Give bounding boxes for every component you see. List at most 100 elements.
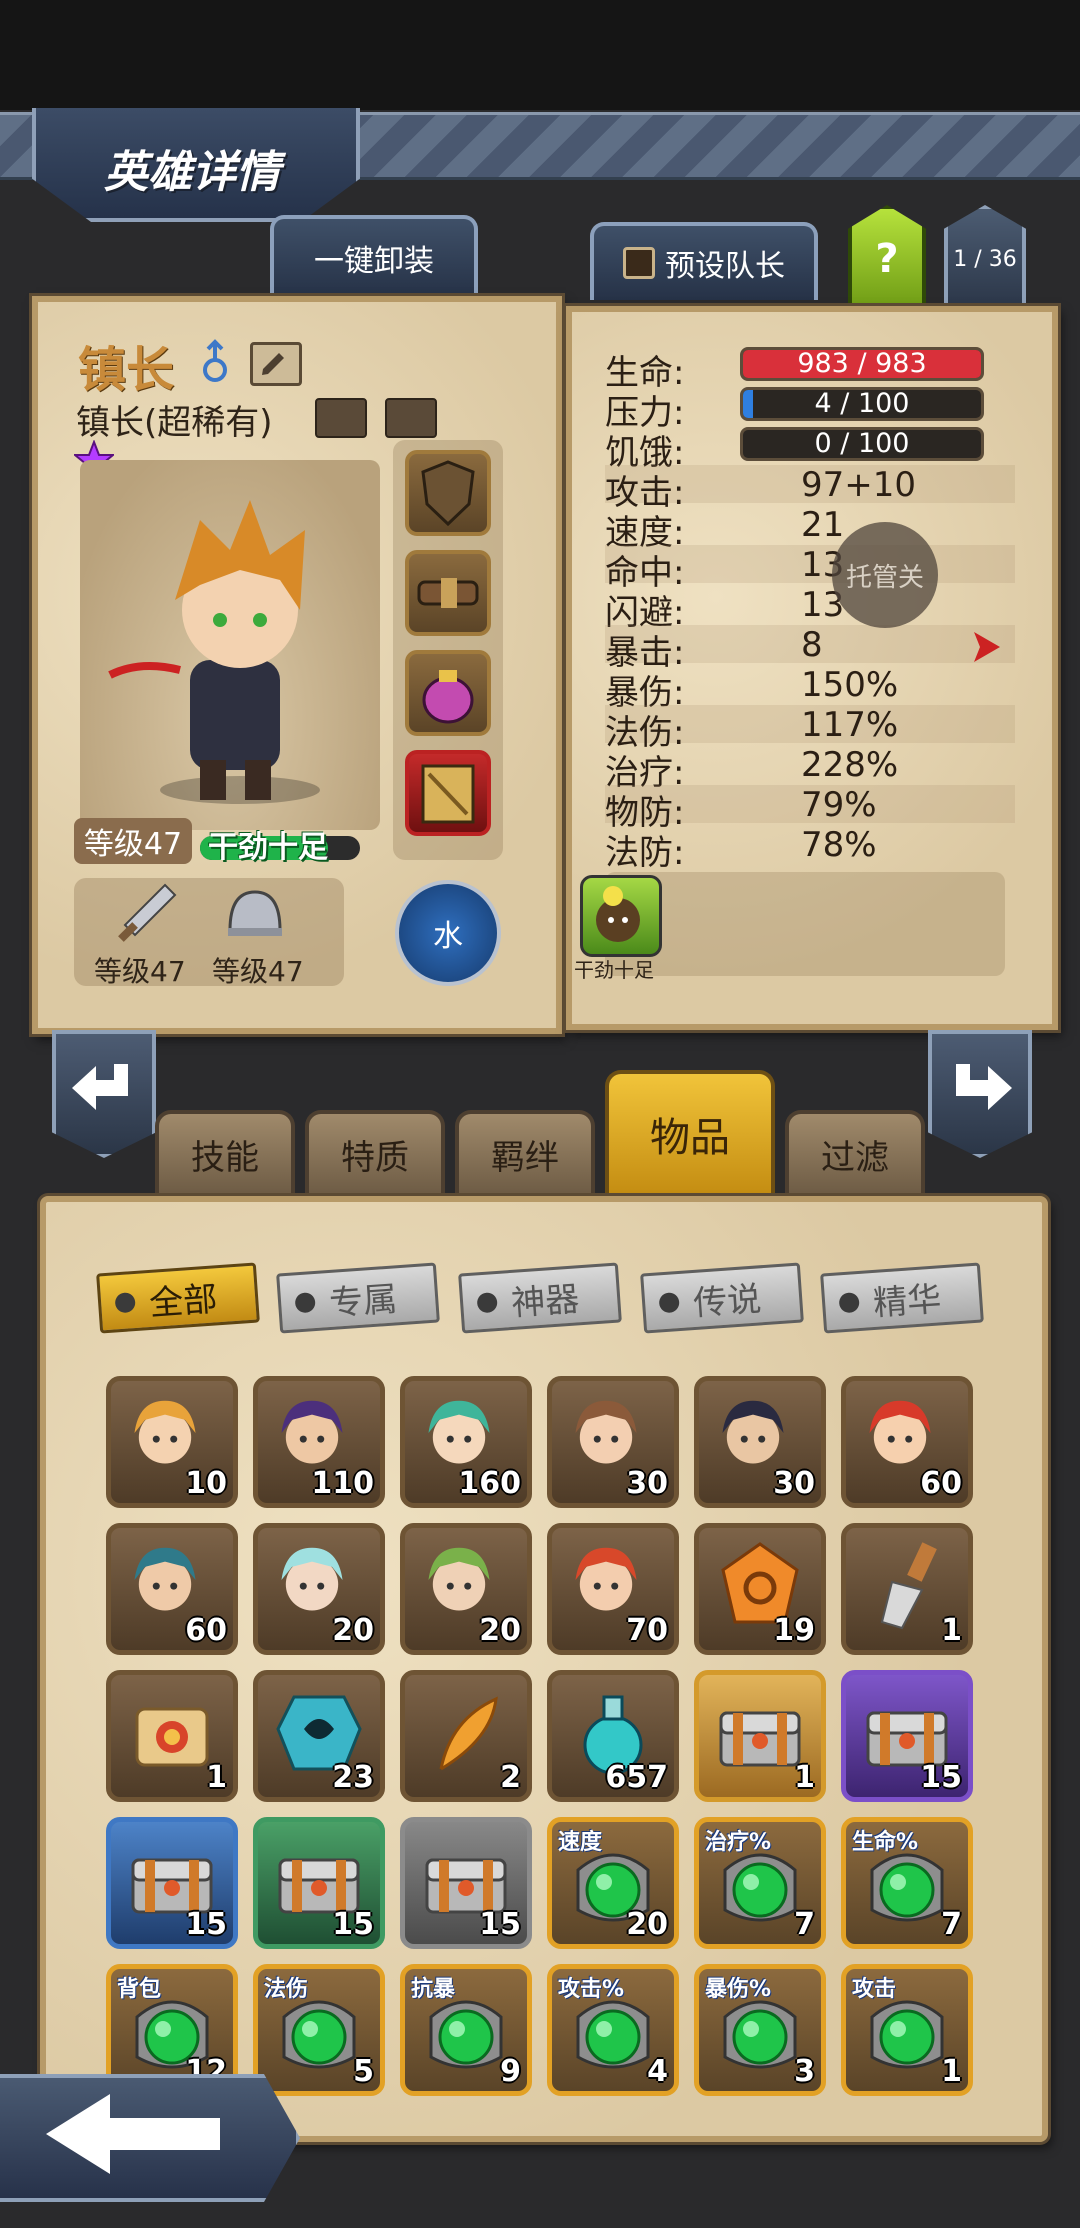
inventory-item[interactable]: 攻击 1 <box>841 1964 973 2096</box>
inventory-item[interactable]: 10 <box>106 1376 238 1508</box>
item-count: 15 <box>185 1907 227 1942</box>
belt-slot[interactable] <box>405 550 491 636</box>
stress-value: 4 / 100 <box>814 388 910 419</box>
filter-artifact[interactable]: 神器 <box>458 1262 622 1334</box>
tab-bonds[interactable]: 羁绊 <box>455 1110 595 1194</box>
inventory-item[interactable]: 657 <box>547 1670 679 1802</box>
item-tag: 攻击% <box>558 1977 625 2002</box>
hero-status: 干劲十足 <box>208 830 328 865</box>
stat-value: 117% <box>801 705 899 745</box>
inventory-item[interactable]: 1 <box>694 1670 826 1802</box>
help-button[interactable]: ? <box>848 205 926 313</box>
filter-all[interactable]: 全部 <box>96 1262 260 1334</box>
item-count: 70 <box>626 1613 668 1648</box>
filter-label: 传说 <box>691 1278 763 1324</box>
item-count: 23 <box>332 1760 374 1795</box>
item-count: 4 <box>647 2054 668 2089</box>
item-count: 15 <box>332 1907 374 1942</box>
item-count: 7 <box>941 1907 962 1942</box>
filter-dot-icon <box>838 1292 860 1314</box>
next-hero-button[interactable] <box>928 1030 1032 1158</box>
tab-skills[interactable]: 技能 <box>155 1110 295 1194</box>
tab-filter[interactable]: 过滤 <box>785 1110 925 1194</box>
item-tag: 暴伤% <box>705 1977 772 2002</box>
item-count: 2 <box>500 1760 521 1795</box>
hero-level: 等级47 <box>74 818 192 864</box>
item-count: 15 <box>920 1760 962 1795</box>
filter-label: 全部 <box>147 1278 219 1324</box>
stat-row: 攻击: 97+10 <box>605 465 1015 513</box>
armor-level: 等级47 <box>212 955 304 988</box>
item-count: 30 <box>773 1466 815 1501</box>
inventory-item[interactable]: 160 <box>400 1376 532 1508</box>
inventory-item[interactable]: 19 <box>694 1523 826 1655</box>
inventory-item[interactable]: 1 <box>841 1523 973 1655</box>
inventory-item[interactable]: 15 <box>106 1817 238 1949</box>
inventory-item[interactable]: 20 <box>400 1523 532 1655</box>
checkbox-icon[interactable] <box>623 247 655 279</box>
filter-exclusive[interactable]: 专属 <box>276 1262 440 1334</box>
inventory-item[interactable]: 攻击% 4 <box>547 1964 679 2096</box>
inventory-item[interactable]: 暴伤% 3 <box>694 1964 826 2096</box>
unequip-all-button[interactable]: 一键卸装 <box>270 215 478 297</box>
filter-dot-icon <box>658 1292 680 1314</box>
trait-label: 干劲十足 <box>574 958 654 982</box>
filter-legendary[interactable]: 传说 <box>640 1262 804 1334</box>
inventory-item[interactable]: 30 <box>547 1376 679 1508</box>
item-tag: 治疗% <box>705 1830 772 1855</box>
book-slot[interactable] <box>405 750 491 836</box>
class-icon-1[interactable] <box>315 398 367 438</box>
item-tag: 背包 <box>117 1977 162 2002</box>
item-tag: 抗暴 <box>411 1977 456 2002</box>
inventory-item[interactable]: 治疗% 7 <box>694 1817 826 1949</box>
hp-bar: 983 / 983 <box>740 347 984 381</box>
edit-name-icon[interactable] <box>250 342 302 386</box>
tab-traits[interactable]: 特质 <box>305 1110 445 1194</box>
sword-icon[interactable] <box>110 880 180 950</box>
class-icon-2[interactable] <box>385 398 437 438</box>
inventory-item[interactable]: 1 <box>106 1670 238 1802</box>
inventory-item[interactable]: 20 <box>253 1523 385 1655</box>
filter-label: 专属 <box>327 1278 399 1324</box>
inventory-item[interactable]: 15 <box>253 1817 385 1949</box>
inventory-item[interactable]: 15 <box>841 1670 973 1802</box>
hunger-bar: 0 / 100 <box>740 427 984 461</box>
inventory-item[interactable]: 法伤 5 <box>253 1964 385 2096</box>
back-button[interactable] <box>0 2074 300 2202</box>
inventory-item[interactable]: 30 <box>694 1376 826 1508</box>
page-title: 英雄详情 <box>104 147 280 198</box>
tab-items[interactable]: 物品 <box>605 1070 775 1194</box>
inventory-item[interactable]: 70 <box>547 1523 679 1655</box>
filter-essence[interactable]: 精华 <box>820 1262 984 1334</box>
inventory-item[interactable]: 生命% 7 <box>841 1817 973 1949</box>
shield-slot[interactable] <box>405 450 491 536</box>
inventory-item[interactable]: 速度 20 <box>547 1817 679 1949</box>
prev-hero-button[interactable] <box>52 1030 156 1158</box>
stat-row: 物防: 79% <box>605 785 1015 833</box>
arrow-right-icon[interactable] <box>972 630 1002 664</box>
item-count: 30 <box>626 1466 668 1501</box>
inventory-item[interactable]: 23 <box>253 1670 385 1802</box>
item-count: 9 <box>500 2054 521 2089</box>
stat-value: 8 <box>801 625 823 665</box>
item-tag: 法伤 <box>264 1977 309 2002</box>
energetic-trait-icon[interactable] <box>580 875 662 957</box>
inventory-item[interactable]: 110 <box>253 1376 385 1508</box>
stat-hunger: 饥饿: 0 / 100 <box>605 425 1015 473</box>
helmet-icon[interactable] <box>220 880 290 950</box>
auto-toggle-button[interactable]: 托管关 <box>832 522 938 628</box>
inventory-item[interactable]: 抗暴 9 <box>400 1964 532 2096</box>
element-water-badge: 水 <box>395 880 501 986</box>
inventory-item[interactable]: 60 <box>106 1523 238 1655</box>
item-count: 1 <box>941 1613 962 1648</box>
preset-leader-button[interactable]: 预设队长 <box>590 222 818 300</box>
filter-dot-icon <box>114 1292 136 1314</box>
item-count: 1 <box>941 2054 962 2089</box>
pouch-slot[interactable] <box>405 650 491 736</box>
stat-row: 暴伤: 150% <box>605 665 1015 713</box>
item-tag: 攻击 <box>852 1977 897 2002</box>
inventory-item[interactable]: 15 <box>400 1817 532 1949</box>
item-tag: 生命% <box>852 1830 919 1855</box>
inventory-item[interactable]: 60 <box>841 1376 973 1508</box>
inventory-item[interactable]: 2 <box>400 1670 532 1802</box>
